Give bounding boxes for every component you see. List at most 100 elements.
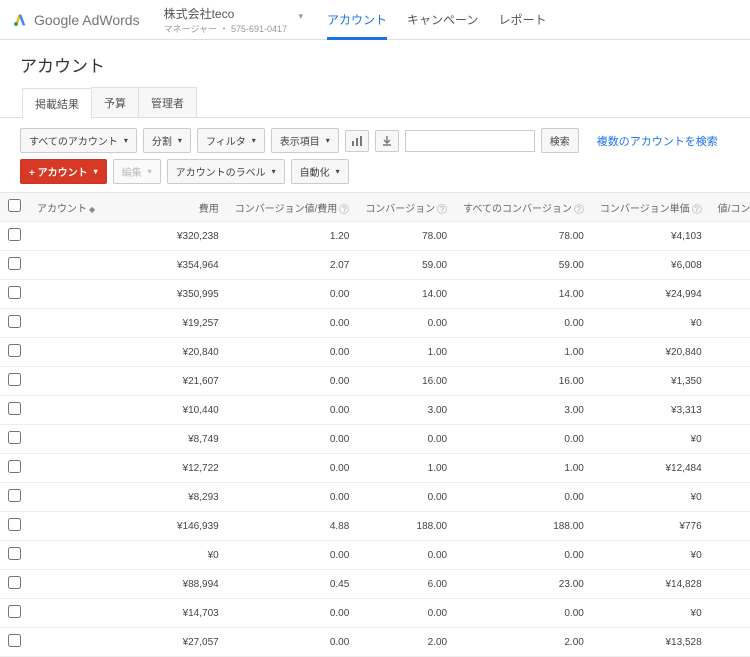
col-cost[interactable]: 費用	[169, 193, 227, 222]
cell-conv: 0.00	[357, 483, 455, 512]
cell-vpc: 12,414.37	[710, 251, 750, 280]
table-row[interactable]: ¥12,7220.001.001.00¥12,4840.00¥12,4840.7…	[0, 454, 750, 483]
row-checkbox[interactable]	[8, 257, 21, 270]
data-table-wrap[interactable]: アカウント◆ 費用 コンバージョン値/費用? コンバージョン? すべてのコンバー…	[0, 192, 750, 657]
cell-account	[29, 396, 169, 425]
adwords-logo: Google AdWords	[12, 12, 140, 28]
cell-all-conv: 0.00	[455, 425, 592, 454]
add-account-button[interactable]: + アカウント	[20, 159, 107, 184]
cell-account	[29, 541, 169, 570]
table-row[interactable]: ¥350,9950.0014.0014.00¥24,9940.00¥24,994…	[0, 280, 750, 309]
cell-cvr-cost: 2.07	[227, 251, 358, 280]
row-checkbox[interactable]	[8, 431, 21, 444]
cell-cvr-cost: 0.00	[227, 483, 358, 512]
table-row[interactable]: ¥19,2570.000.000.00¥00.00¥00.00%0.00%	[0, 309, 750, 338]
filter-dropdown[interactable]: フィルタ	[197, 128, 265, 153]
help-icon[interactable]: ?	[692, 204, 702, 214]
all-accounts-dropdown[interactable]: すべてのアカウント	[20, 128, 137, 153]
cell-cvr-cost: 0.00	[227, 425, 358, 454]
col-all-conversions[interactable]: すべてのコンバージョン?	[455, 193, 592, 222]
row-checkbox[interactable]	[8, 228, 21, 241]
labels-dropdown[interactable]: アカウントのラベル	[167, 159, 285, 184]
table-row[interactable]: ¥21,6070.0016.0016.00¥1,3500.56¥1,3504.8…	[0, 367, 750, 396]
col-cvr-value-cost[interactable]: コンバージョン値/費用?	[227, 193, 358, 222]
cell-vpc: 6,666.67	[710, 570, 750, 599]
help-icon[interactable]: ?	[339, 204, 349, 214]
cell-all-conv: 14.00	[455, 280, 592, 309]
cell-cpa: ¥13,528	[592, 628, 710, 657]
table-row[interactable]: ¥14,7030.000.000.00¥00.00¥00.00%0.00%	[0, 599, 750, 628]
segment-dropdown[interactable]: 分割	[143, 128, 191, 153]
top-nav: アカウント キャンペーン レポート	[327, 0, 546, 40]
row-checkbox[interactable]	[8, 605, 21, 618]
nav-tab-account[interactable]: アカウント	[327, 0, 387, 40]
cell-cost: ¥12,722	[169, 454, 227, 483]
row-checkbox[interactable]	[8, 576, 21, 589]
cell-account	[29, 309, 169, 338]
cell-cost: ¥88,994	[169, 570, 227, 599]
cell-all-conv: 188.00	[455, 512, 592, 541]
cell-conv: 0.00	[357, 425, 455, 454]
adwords-logo-mark	[12, 12, 28, 28]
table-row[interactable]: ¥354,9642.0759.0059.00¥6,00812,414.37¥6,…	[0, 251, 750, 280]
download-icon[interactable]	[375, 130, 399, 152]
columns-dropdown[interactable]: 表示項目	[271, 128, 339, 153]
table-row[interactable]: ¥00.000.000.00¥00.00¥00.00%0.00%	[0, 541, 750, 570]
cell-cpa: ¥776	[592, 512, 710, 541]
cell-vpc: 0.56	[710, 367, 750, 396]
row-checkbox[interactable]	[8, 489, 21, 502]
chart-toggle-icon[interactable]	[345, 130, 369, 152]
table-row[interactable]: ¥8,2930.000.000.00¥00.00¥00.00%0.00%	[0, 483, 750, 512]
row-checkbox[interactable]	[8, 547, 21, 560]
nav-tab-report[interactable]: レポート	[498, 0, 546, 40]
table-row[interactable]: ¥8,7490.000.000.00¥00.00¥00.00%0.00%	[0, 425, 750, 454]
table-row[interactable]: ¥88,9940.456.0023.00¥14,8286,666.67¥3,86…	[0, 570, 750, 599]
select-all-checkbox[interactable]	[8, 199, 21, 212]
row-checkbox[interactable]	[8, 402, 21, 415]
col-value-per-conv[interactable]: 値/コンバージョン?	[710, 193, 750, 222]
search-button[interactable]: 検索	[541, 128, 579, 153]
subtab-managers[interactable]: 管理者	[138, 87, 197, 117]
edit-dropdown[interactable]: 編集	[113, 159, 161, 184]
cell-all-conv: 1.00	[455, 338, 592, 367]
help-icon[interactable]: ?	[574, 204, 584, 214]
row-checkbox[interactable]	[8, 634, 21, 647]
help-icon[interactable]: ?	[437, 204, 447, 214]
cell-cvr-cost: 0.00	[227, 396, 358, 425]
row-checkbox[interactable]	[8, 286, 21, 299]
col-cpa[interactable]: コンバージョン単価?	[592, 193, 710, 222]
client-selector[interactable]: 株式会社teco マネージャー ・ 575-691-0417 ▾	[164, 5, 287, 35]
row-checkbox[interactable]	[8, 373, 21, 386]
subtab-performance[interactable]: 掲載結果	[22, 88, 92, 118]
multi-account-search-link[interactable]: 複数のアカウントを検索	[597, 133, 718, 149]
cell-cost: ¥8,749	[169, 425, 227, 454]
row-checkbox[interactable]	[8, 460, 21, 473]
cell-conv: 16.00	[357, 367, 455, 396]
cell-account	[29, 338, 169, 367]
cell-cpa: ¥24,994	[592, 280, 710, 309]
client-name: 株式会社teco	[164, 5, 287, 22]
cell-cost: ¥10,440	[169, 396, 227, 425]
subtab-budget[interactable]: 予算	[91, 87, 139, 117]
cell-conv: 0.00	[357, 309, 455, 338]
cell-cost: ¥0	[169, 541, 227, 570]
automate-dropdown[interactable]: 自動化	[291, 159, 349, 184]
cell-conv: 1.00	[357, 454, 455, 483]
cell-cvr-cost: 1.20	[227, 222, 358, 251]
row-checkbox[interactable]	[8, 315, 21, 328]
table-row[interactable]: ¥146,9394.88188.00188.00¥7763,790.51¥776…	[0, 512, 750, 541]
table-row[interactable]: ¥320,2381.2078.0078.00¥4,1034,927.27¥4,1…	[0, 222, 750, 251]
col-conversions[interactable]: コンバージョン?	[357, 193, 455, 222]
sort-indicator-icon: ◆	[89, 205, 95, 214]
col-account[interactable]: アカウント◆	[29, 193, 169, 222]
search-input[interactable]	[405, 130, 535, 152]
table-row[interactable]: ¥27,0570.002.002.00¥13,5280.00¥13,5282.7…	[0, 628, 750, 657]
table-row[interactable]: ¥20,8400.001.001.00¥20,8401.00¥20,8400.5…	[0, 338, 750, 367]
table-row[interactable]: ¥10,4400.003.003.00¥3,3130.00¥3,3131.75%…	[0, 396, 750, 425]
row-checkbox[interactable]	[8, 344, 21, 357]
cell-conv: 3.00	[357, 396, 455, 425]
row-checkbox[interactable]	[8, 518, 21, 531]
cell-account	[29, 425, 169, 454]
nav-tab-campaign[interactable]: キャンペーン	[407, 0, 478, 40]
cell-vpc: 0.00	[710, 425, 750, 454]
